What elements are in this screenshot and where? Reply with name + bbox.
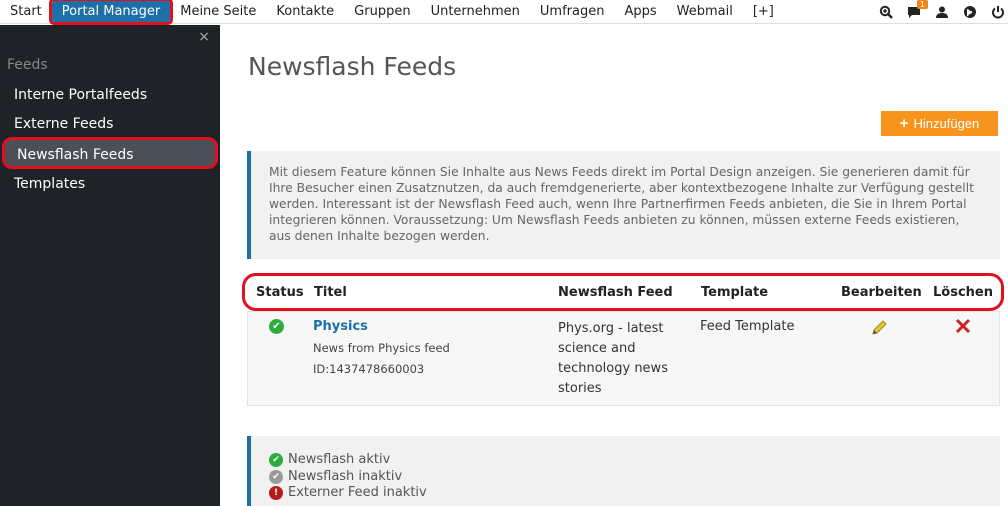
nav-start[interactable]: Start [10, 4, 42, 19]
info-box: Mit diesem Feature können Sie Inhalte au… [247, 151, 1000, 259]
legend-active-label: Newsflash aktiv [288, 452, 391, 467]
table-header-highlight [242, 273, 1004, 311]
nav-more[interactable]: [+] [753, 4, 774, 19]
search-zoom-icon[interactable] [878, 4, 894, 20]
check-gray-icon: ✔ [269, 469, 283, 484]
topbar-icons: 1 [866, 0, 1006, 24]
nav-umfragen[interactable]: Umfragen [540, 4, 605, 19]
top-navigation: Start Portal Manager Meine Seite Kontakt… [0, 0, 1008, 25]
feed-description: News from Physics feed [313, 341, 450, 355]
sidebar: × Feeds Interne Portalfeeds Externe Feed… [0, 25, 220, 506]
user-icon[interactable] [934, 4, 950, 20]
pencil-icon[interactable] [871, 318, 889, 336]
nav-apps[interactable]: Apps [624, 4, 656, 19]
feed-source: Phys.org - latest science and technology… [558, 321, 668, 396]
delete-icon[interactable] [955, 318, 971, 334]
feed-template: Feed Template [700, 319, 795, 334]
legend-inactive: ✔ Newsflash inaktiv [269, 469, 402, 484]
nav-kontakte[interactable]: Kontakte [276, 4, 334, 19]
feed-id: ID:1437478660003 [313, 362, 425, 376]
nav-webmail[interactable]: Webmail [677, 4, 733, 19]
add-button-label: Hinzufügen [913, 116, 980, 131]
legend-inactive-label: Newsflash inaktiv [288, 469, 403, 484]
sidebar-item-templates[interactable]: Templates [14, 176, 85, 192]
sidebar-item-newsflash-feeds[interactable]: Newsflash Feeds [2, 137, 218, 169]
power-icon[interactable] [990, 4, 1006, 20]
page-title: Newsflash Feeds [248, 52, 457, 81]
chat-icon[interactable]: 1 [906, 0, 928, 20]
nav-unternehmen[interactable]: Unternehmen [431, 4, 520, 19]
legend-active: ✔ Newsflash aktiv [269, 452, 390, 467]
check-green-icon: ✔ [269, 452, 283, 467]
sidebar-item-externe-feeds[interactable]: Externe Feeds [14, 116, 113, 132]
main-nav: Start Portal Manager Meine Seite Kontakt… [0, 0, 794, 25]
close-icon[interactable]: × [198, 29, 210, 45]
alert-icon: ! [269, 485, 283, 500]
sidebar-title: Feeds [7, 57, 48, 73]
notification-badge: 1 [916, 0, 928, 9]
nav-gruppen[interactable]: Gruppen [354, 4, 410, 19]
add-button[interactable]: + Hinzufügen [881, 111, 998, 136]
globe-icon[interactable] [962, 4, 978, 20]
status-active-icon: ✔ [269, 319, 284, 334]
sidebar-item-interne-portalfeeds[interactable]: Interne Portalfeeds [14, 87, 147, 103]
legend-external-inactive: ! Externer Feed inaktiv [269, 485, 427, 500]
feed-title-link[interactable]: Physics [313, 319, 368, 334]
legend-external-inactive-label: Externer Feed inaktiv [288, 485, 427, 500]
nav-portal-manager[interactable]: Portal Manager [48, 0, 174, 25]
plus-icon: + [899, 115, 909, 132]
nav-meine-seite[interactable]: Meine Seite [180, 4, 256, 19]
